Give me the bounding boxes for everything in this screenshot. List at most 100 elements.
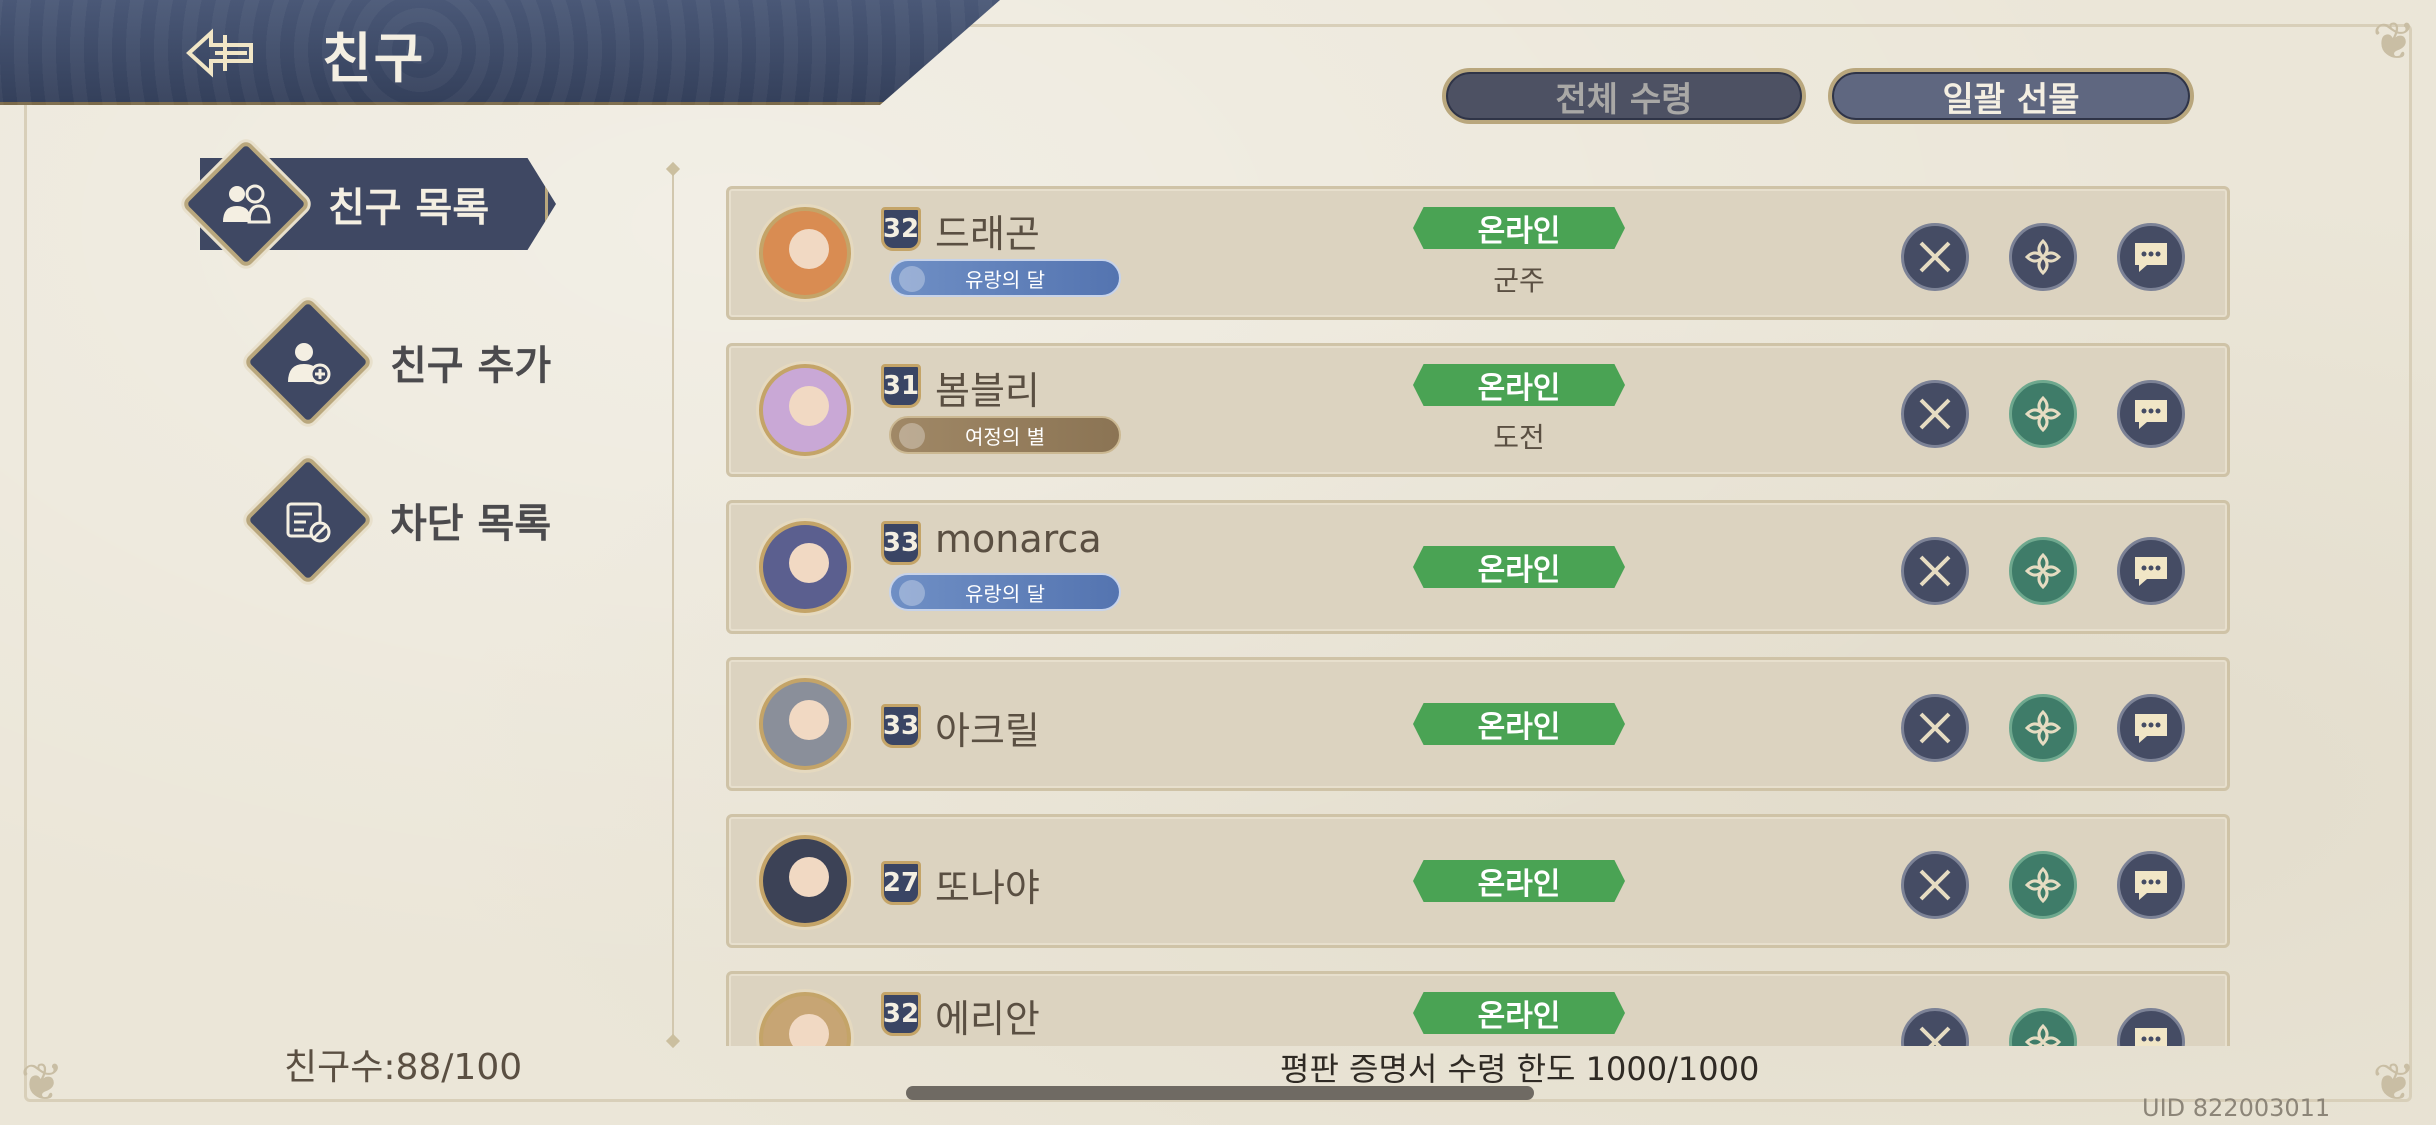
avatar[interactable] xyxy=(759,364,851,456)
avatar[interactable] xyxy=(759,835,851,927)
battle-button[interactable] xyxy=(1901,223,1969,291)
friend-row[interactable]: 33 아크릴 온라인 xyxy=(726,657,2230,791)
gift-icon xyxy=(2024,1023,2062,1046)
column-divider xyxy=(672,170,674,1040)
crossed-swords-icon xyxy=(1919,555,1951,587)
chat-bubble-icon xyxy=(2135,1028,2167,1046)
avatar[interactable] xyxy=(759,678,851,770)
friend-row[interactable]: 27 또나야 온라인 xyxy=(726,814,2230,948)
send-gift-icon xyxy=(2024,238,2062,276)
chat-bubble-icon xyxy=(2135,400,2167,429)
level-badge: 27 xyxy=(881,861,921,905)
chat-button[interactable] xyxy=(2117,223,2185,291)
gift-button[interactable] xyxy=(2009,694,2077,762)
online-status: 온라인 xyxy=(1413,860,1625,902)
gift-icon xyxy=(2024,552,2062,590)
friend-row[interactable]: 32 에리안 온라인 xyxy=(726,971,2230,1046)
chat-button[interactable] xyxy=(2117,851,2185,919)
title-label: 유랑의 달 xyxy=(965,267,1045,292)
corner-ornament-icon: ❦ xyxy=(2372,1053,2416,1113)
title-emblem-icon xyxy=(899,266,925,292)
title-badge: 유랑의 달 xyxy=(889,259,1121,297)
chat-bubble-icon xyxy=(2135,557,2167,586)
online-status: 온라인 xyxy=(1413,703,1625,745)
friend-row[interactable]: 33 monarca 유랑의 달 온라인 xyxy=(726,500,2230,634)
receive-all-button[interactable]: 전체 수령 xyxy=(1442,68,1806,124)
battle-button[interactable] xyxy=(1901,851,1969,919)
online-status: 온라인 xyxy=(1413,207,1625,249)
avatar[interactable] xyxy=(759,521,851,613)
gift-icon xyxy=(2024,395,2062,433)
gift-all-button[interactable]: 일괄 선물 xyxy=(1828,68,2194,124)
crossed-swords-icon xyxy=(1919,398,1951,430)
corner-ornament-icon: ❦ xyxy=(20,1053,64,1113)
friend-name: 또나야 xyxy=(935,866,1040,910)
gift-button[interactable] xyxy=(2009,1008,2077,1046)
battle-button[interactable] xyxy=(1901,380,1969,448)
header-pattern xyxy=(0,0,1000,105)
title-badge: 유랑의 달 xyxy=(889,573,1121,611)
friend-count: 친구수:88/100 xyxy=(284,1047,523,1088)
title-badge: 여정의 별 xyxy=(889,416,1121,454)
chat-bubble-icon xyxy=(2135,871,2167,900)
sidebar-item-label: 차단 목록 xyxy=(390,501,552,547)
title-label: 여정의 별 xyxy=(965,424,1045,449)
chat-button[interactable] xyxy=(2117,1008,2185,1046)
back-button[interactable] xyxy=(180,18,260,88)
gift-button[interactable] xyxy=(2009,380,2077,448)
sidebar-item-friend-list[interactable]: 친구 목록 xyxy=(180,138,490,270)
friend-name: 봄블리 xyxy=(935,369,1040,413)
home-indicator[interactable] xyxy=(906,1086,1534,1100)
friend-name: 에리안 xyxy=(935,997,1040,1041)
block-list-icon xyxy=(242,454,374,586)
online-status: 온라인 xyxy=(1413,992,1625,1034)
gift-icon xyxy=(2024,709,2062,747)
chat-bubble-icon xyxy=(2135,714,2167,743)
back-arrow-icon xyxy=(186,28,253,78)
gift-button[interactable] xyxy=(2009,851,2077,919)
add-friend-icon xyxy=(242,296,374,428)
reputation-limit: 평판 증명서 수령 한도 1000/1000 xyxy=(1280,1050,1760,1088)
title-emblem-icon xyxy=(899,580,925,606)
title-label: 유랑의 달 xyxy=(965,581,1045,606)
title-emblem-icon xyxy=(899,423,925,449)
sidebar-item-block-list[interactable]: 차단 목록 xyxy=(242,454,552,586)
crossed-swords-icon xyxy=(1919,712,1951,744)
friend-name: 드래곤 xyxy=(935,212,1040,256)
gift-icon xyxy=(2024,866,2062,904)
user-id: UID 822003011 xyxy=(2142,1094,2331,1122)
friends-list-icon xyxy=(180,138,312,270)
friend-list[interactable]: 32 드래곤 유랑의 달 온라인 군주 31 봄블리 여정의 별 온라인 도전 … xyxy=(726,186,2232,1046)
friend-role: 도전 xyxy=(1493,421,1545,454)
sidebar-item-label: 친구 목록 xyxy=(328,185,490,231)
battle-button[interactable] xyxy=(1901,537,1969,605)
sidebar-item-add-friend[interactable]: 친구 추가 xyxy=(242,296,552,428)
level-badge: 33 xyxy=(881,704,921,748)
chat-button[interactable] xyxy=(2117,380,2185,448)
friend-row[interactable]: 32 드래곤 유랑의 달 온라인 군주 xyxy=(726,186,2230,320)
corner-ornament-icon: ❦ xyxy=(2372,12,2416,72)
level-badge: 31 xyxy=(881,364,921,408)
chat-button[interactable] xyxy=(2117,694,2185,762)
crossed-swords-icon xyxy=(1919,1026,1951,1046)
avatar[interactable] xyxy=(759,207,851,299)
avatar[interactable] xyxy=(759,992,851,1046)
sidebar-item-label: 친구 추가 xyxy=(390,343,552,389)
friend-row[interactable]: 31 봄블리 여정의 별 온라인 도전 xyxy=(726,343,2230,477)
level-badge: 32 xyxy=(881,992,921,1036)
friend-role: 군주 xyxy=(1493,264,1545,297)
friend-name: monarca xyxy=(935,517,1102,561)
online-status: 온라인 xyxy=(1413,546,1625,588)
chat-button[interactable] xyxy=(2117,537,2185,605)
crossed-swords-icon xyxy=(1919,241,1951,273)
level-badge: 33 xyxy=(881,521,921,565)
gift-button[interactable] xyxy=(2009,537,2077,605)
page-title: 친구 xyxy=(322,27,426,90)
gift-button[interactable] xyxy=(2009,223,2077,291)
battle-button[interactable] xyxy=(1901,1008,1969,1046)
chat-bubble-icon xyxy=(2135,243,2167,272)
crossed-swords-icon xyxy=(1919,869,1951,901)
friend-name: 아크릴 xyxy=(935,709,1040,753)
level-badge: 32 xyxy=(881,207,921,251)
battle-button[interactable] xyxy=(1901,694,1969,762)
